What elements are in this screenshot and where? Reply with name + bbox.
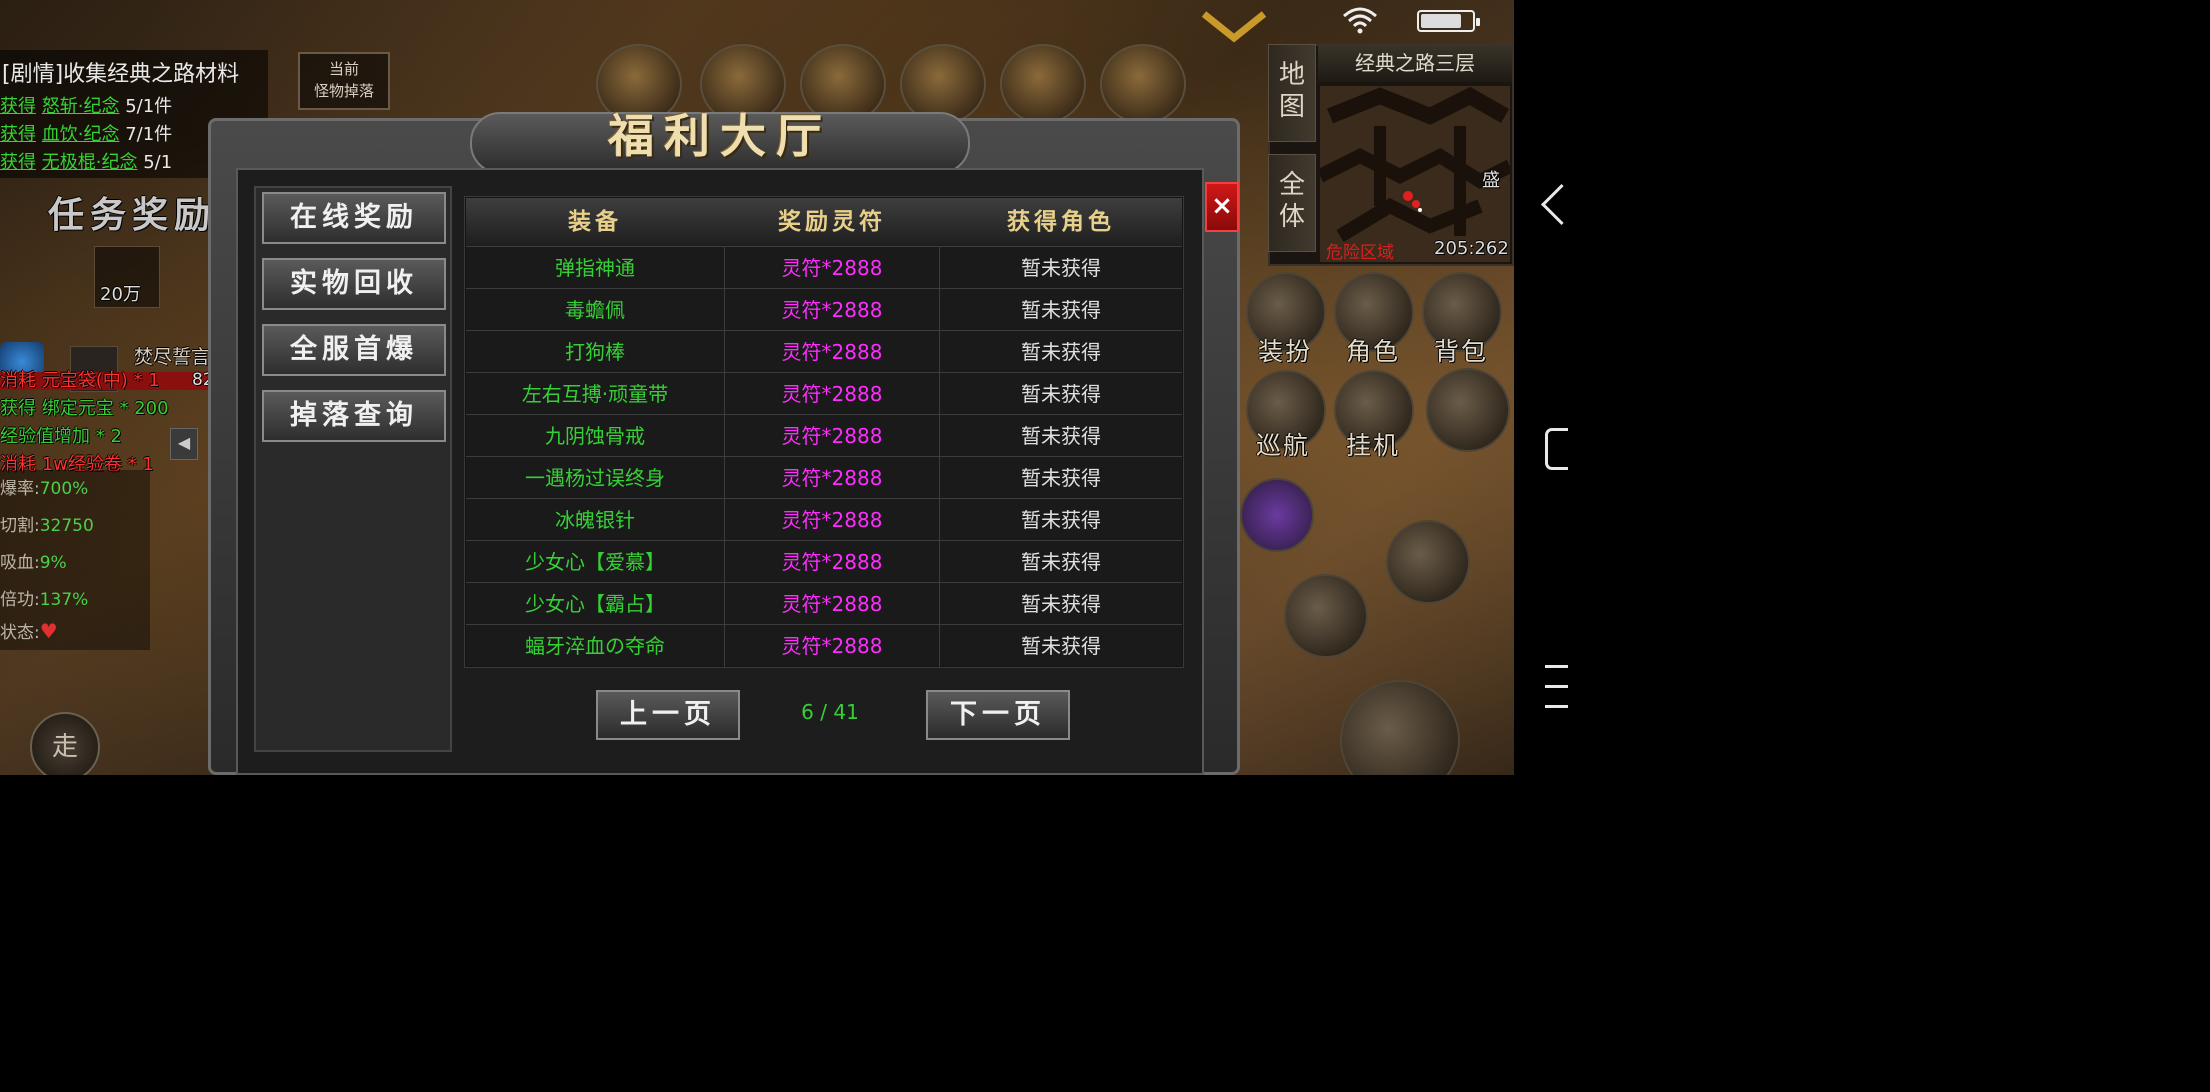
item-name: 毒蟾佩: [565, 298, 625, 322]
item-name: 左右互搏·顽童带: [521, 382, 669, 406]
reward-value: 灵符*2888: [724, 583, 940, 625]
owner-status: 暂未获得: [1021, 550, 1101, 574]
table-row: 弹指神通 灵符*2888 暂未获得: [466, 246, 1182, 289]
danger-zone-label: 危险区域: [1326, 243, 1394, 263]
eye-skill-button[interactable]: [1240, 478, 1314, 552]
prev-page-button[interactable]: 上一页: [596, 690, 740, 740]
game-screen: [剧情]收集经典之路材料 获得 怒斩·纪念 5/1件 获得 血饮·纪念 7/1件…: [0, 0, 1568, 775]
quest-item[interactable]: 获得 无极棍·纪念 5/1: [0, 148, 172, 174]
item-name: 少女心【爱慕】: [525, 550, 665, 574]
sword-skill-button[interactable]: [1386, 520, 1470, 604]
reward-value: 灵符*2888: [724, 373, 940, 415]
stat-row: 切割:32750: [0, 516, 94, 536]
item-name: 打狗棒: [565, 340, 625, 364]
stat-row: 状态:♥: [0, 619, 58, 643]
table-row: 少女心【爱慕】 灵符*2888 暂未获得: [466, 540, 1182, 583]
table-row: 九阴蚀骨戒 灵符*2888 暂未获得: [466, 414, 1182, 457]
table-row: 少女心【霸占】 灵符*2888 暂未获得: [466, 582, 1182, 625]
auto-battle-label: 挂机: [1346, 431, 1401, 460]
table-row: 左右互搏·顽童带 灵符*2888 暂未获得: [466, 372, 1182, 415]
patrol-label: 巡航: [1256, 431, 1311, 460]
item-name: 一遇杨过误终身: [525, 466, 665, 490]
log-line: 消耗 元宝袋(中) * 1: [0, 370, 160, 391]
table-row: 一遇杨过误终身 灵符*2888 暂未获得: [466, 456, 1182, 499]
wifi-icon: [1343, 7, 1377, 34]
tab-server-first-drop[interactable]: 全服首爆: [262, 324, 446, 376]
item-name: 蝠牙淬血の夺命: [525, 634, 665, 658]
stat-row: 吸血:9%: [0, 553, 67, 573]
minimap-title: 经典之路三层: [1318, 44, 1512, 82]
dialog-title: 福利大厅: [608, 109, 832, 163]
battery-icon: [1417, 10, 1480, 32]
minimap-marker-label: 盛: [1482, 170, 1500, 191]
reward-value: 灵符*2888: [724, 541, 940, 583]
next-page-button[interactable]: 下一页: [926, 690, 1070, 740]
coordinate-readout: 205:262: [1434, 238, 1509, 259]
attack-button[interactable]: [1340, 680, 1460, 775]
owner-status: 暂未获得: [1021, 508, 1101, 532]
tab-item-recycle[interactable]: 实物回收: [262, 258, 446, 310]
reward-value: 灵符*2888: [724, 331, 940, 373]
gift-icon[interactable]: [1100, 44, 1186, 124]
quest-reward-title: 任务奖励: [48, 195, 217, 236]
item-name: 少女心【霸占】: [525, 592, 665, 616]
reward-value: 灵符*2888: [724, 247, 940, 289]
item-name: 冰魄银针: [555, 508, 635, 532]
owner-status: 暂未获得: [1021, 382, 1101, 406]
stat-row: 爆率:700%: [0, 479, 89, 499]
menu-icon-line: [1545, 685, 1568, 688]
tab-drop-query[interactable]: 掉落查询: [262, 390, 446, 442]
quest-item[interactable]: 获得 怒斩·纪念 5/1件: [0, 92, 172, 118]
chest-icon[interactable]: [1000, 44, 1086, 124]
owner-status: 暂未获得: [1021, 424, 1101, 448]
page-indicator: 6 / 41: [801, 700, 859, 724]
reward-value: 灵符*2888: [724, 289, 940, 331]
log-line: 获得 绑定元宝 * 200: [0, 398, 169, 419]
table-row: 打狗棒 灵符*2888 暂未获得: [466, 330, 1182, 373]
monster-drop-button[interactable]: 当前 怪物掉落: [298, 52, 390, 110]
party-member-name: 焚尽誓言: [134, 346, 211, 368]
battery-level: [1421, 14, 1461, 28]
stat-row: 倍功:137%: [0, 590, 89, 610]
owner-status: 暂未获得: [1021, 466, 1101, 490]
collapse-chevron-icon[interactable]: [1200, 10, 1268, 44]
reward-amount: 20万: [100, 284, 141, 305]
quest-title[interactable]: [剧情]收集经典之路材料: [2, 56, 239, 88]
item-name: 九阴蚀骨戒: [545, 424, 645, 448]
quest-item[interactable]: 获得 血饮·纪念 7/1件: [0, 120, 172, 146]
owner-status: 暂未获得: [1021, 340, 1101, 364]
joystick-toggle-button[interactable]: [1426, 368, 1510, 452]
heart-icon: ♥: [39, 619, 58, 643]
reward-value: 灵符*2888: [724, 625, 940, 667]
owner-status: 暂未获得: [1021, 634, 1101, 658]
column-header: 奖励灵符: [778, 209, 886, 235]
column-header: 获得角色: [1007, 209, 1115, 235]
table-row: 冰魄银针 灵符*2888 暂未获得: [466, 498, 1182, 541]
reward-value: 灵符*2888: [724, 457, 940, 499]
tab-online-reward[interactable]: 在线奖励: [262, 192, 446, 244]
table-row: 毒蟾佩 灵符*2888 暂未获得: [466, 288, 1182, 331]
menu-icon[interactable]: [1545, 665, 1568, 668]
tab-all[interactable]: 全体: [1268, 154, 1316, 252]
collapse-left-arrow-icon[interactable]: ◀: [170, 428, 198, 460]
owner-status: 暂未获得: [1021, 592, 1101, 616]
reward-value: 灵符*2888: [724, 415, 940, 457]
menu-icon-line: [1545, 705, 1568, 708]
log-line: 经验值增加 * 2: [0, 426, 122, 447]
close-button[interactable]: ×: [1205, 182, 1239, 232]
dress-label: 装扮: [1258, 337, 1313, 366]
home-icon[interactable]: [1545, 428, 1568, 470]
table-row: 蝠牙淬血の夺命 灵符*2888 暂未获得: [466, 624, 1182, 667]
reward-value: 灵符*2888: [724, 499, 940, 541]
system-nav-bar: [1514, 0, 1568, 775]
item-name: 弹指神通: [555, 256, 635, 280]
wild-skill-button[interactable]: [1284, 574, 1368, 658]
column-header: 装备: [568, 209, 622, 235]
role-label: 角色: [1346, 337, 1401, 366]
bag-label: 背包: [1434, 337, 1489, 366]
owner-status: 暂未获得: [1021, 256, 1101, 280]
owner-status: 暂未获得: [1021, 298, 1101, 322]
tab-map[interactable]: 地图: [1268, 44, 1316, 142]
walk-button[interactable]: 走: [30, 712, 100, 775]
